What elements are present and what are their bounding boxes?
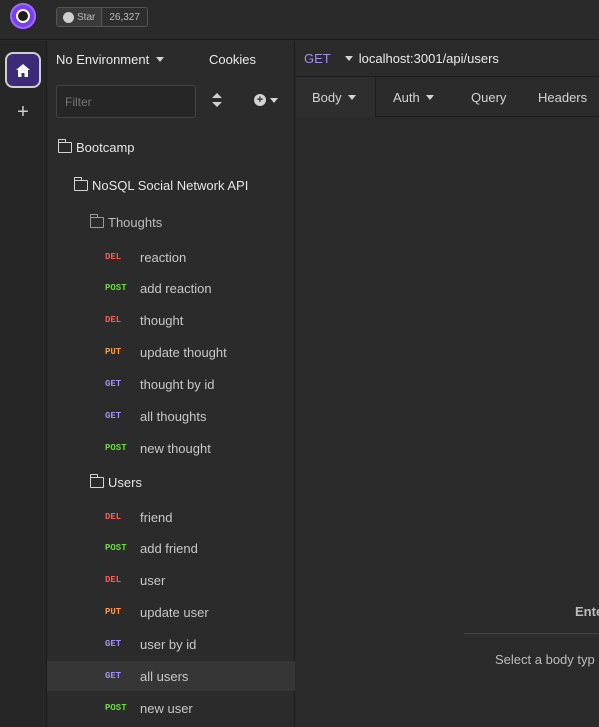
chevron-down-icon — [425, 94, 434, 100]
chevron-down-icon — [270, 97, 278, 103]
request-item[interactable]: POST new thought — [47, 433, 295, 463]
url-bar: GET localhost:3001/api/users — [296, 41, 599, 77]
tab-auth[interactable]: Auth — [393, 77, 434, 117]
folder-open-icon — [57, 138, 72, 153]
request-item[interactable]: GET all thoughts — [47, 401, 295, 431]
folder-open-icon — [73, 176, 88, 191]
cookies-button[interactable]: Cookies — [209, 52, 256, 67]
request-label: reaction — [140, 249, 187, 265]
workspace-folder-label: Bootcamp — [76, 139, 135, 155]
home-button[interactable] — [5, 52, 41, 88]
tab-query-label: Query — [471, 89, 507, 105]
folder-open-icon — [89, 213, 104, 228]
tab-headers[interactable]: Headers — [538, 77, 587, 117]
github-star-count: 26,327 — [102, 8, 147, 26]
workspace-folder[interactable]: Bootcamp — [47, 132, 295, 162]
chevron-down-icon — [156, 57, 165, 62]
method-badge: POST — [105, 543, 127, 553]
github-star-button[interactable]: Star 26,327 — [56, 7, 148, 27]
method-badge: GET — [105, 379, 122, 389]
github-icon — [63, 11, 74, 23]
empty-state-title: Ente — [575, 604, 599, 619]
github-star[interactable]: Star — [57, 8, 103, 26]
tab-headers-label: Headers — [538, 89, 588, 105]
tab-body-label: Body — [312, 89, 342, 105]
request-item[interactable]: POST add reaction — [47, 273, 295, 303]
method-badge: POST — [105, 283, 127, 293]
request-label: new thought — [140, 440, 211, 456]
request-label: user by id — [140, 636, 197, 652]
empty-state-hint: Select a body typ — [495, 652, 595, 667]
request-item[interactable]: PUT update thought — [47, 337, 295, 367]
request-label: friend — [140, 509, 173, 525]
method-badge: DEL — [105, 315, 122, 325]
workspace-rail: + — [0, 41, 47, 727]
divider — [464, 633, 599, 634]
request-label: update thought — [140, 344, 227, 360]
request-label: update user — [140, 604, 209, 620]
environment-select[interactable]: No Environment — [56, 52, 165, 67]
folder-users[interactable]: Users — [47, 467, 295, 497]
request-item[interactable]: GET all users — [47, 661, 295, 691]
method-badge: POST — [105, 703, 127, 713]
request-item[interactable]: DEL user — [47, 565, 295, 595]
request-item[interactable]: POST new user — [47, 693, 295, 723]
request-label: add friend — [140, 540, 198, 556]
request-label: all thoughts — [140, 408, 207, 424]
tab-auth-label: Auth — [393, 89, 420, 105]
request-label: thought by id — [140, 376, 215, 392]
request-pane: GET localhost:3001/api/users Body Auth Q… — [296, 41, 599, 727]
app-logo-icon — [10, 3, 36, 29]
plus-circle-icon: + — [254, 94, 266, 106]
method-badge: DEL — [105, 512, 122, 522]
method-select[interactable]: GET — [304, 51, 331, 66]
chevron-down-icon[interactable] — [344, 56, 353, 61]
sidebar: No Environment Cookies + Bootcamp NoSQL … — [47, 41, 295, 727]
request-tabs: Body Auth Query Headers — [296, 77, 599, 117]
method-badge: PUT — [105, 347, 122, 357]
tab-query[interactable]: Query — [471, 77, 506, 117]
folder-thoughts[interactable]: Thoughts — [47, 207, 295, 237]
top-bar: Star 26,327 — [0, 0, 599, 40]
add-workspace-icon[interactable]: + — [12, 101, 34, 123]
folder-label: Users — [108, 474, 142, 490]
add-request-button[interactable]: + — [254, 94, 278, 106]
request-label: user — [140, 572, 166, 588]
folder-label: Thoughts — [108, 214, 163, 230]
sort-icon[interactable] — [212, 93, 222, 109]
request-label: new user — [140, 700, 193, 716]
url-input[interactable]: localhost:3001/api/users — [359, 51, 499, 66]
request-item[interactable]: POST add friend — [47, 533, 295, 563]
tab-body[interactable]: Body — [296, 77, 376, 117]
method-badge: POST — [105, 443, 127, 453]
home-icon — [16, 63, 30, 77]
request-item[interactable]: PUT update user — [47, 597, 295, 627]
request-item[interactable]: DEL reaction — [47, 242, 295, 272]
folder-open-icon — [89, 473, 104, 488]
collection-folder-label: NoSQL Social Network API — [92, 177, 249, 193]
request-item[interactable]: DEL thought — [47, 305, 295, 335]
github-star-label: Star — [77, 11, 96, 23]
request-item[interactable]: GET thought by id — [47, 369, 295, 399]
collection-folder[interactable]: NoSQL Social Network API — [47, 170, 295, 200]
method-badge: GET — [105, 671, 122, 681]
filter-input[interactable] — [56, 85, 196, 118]
request-label: all users — [140, 668, 189, 684]
chevron-down-icon — [347, 94, 356, 100]
request-item[interactable]: GET user by id — [47, 629, 295, 659]
method-badge: GET — [105, 411, 122, 421]
method-badge: DEL — [105, 575, 122, 585]
request-label: add reaction — [140, 280, 212, 296]
method-badge: PUT — [105, 607, 122, 617]
request-item[interactable]: DEL friend — [47, 502, 295, 532]
request-label: thought — [140, 312, 184, 328]
method-badge: GET — [105, 639, 122, 649]
method-badge: DEL — [105, 252, 122, 262]
environment-label: No Environment — [56, 52, 150, 67]
